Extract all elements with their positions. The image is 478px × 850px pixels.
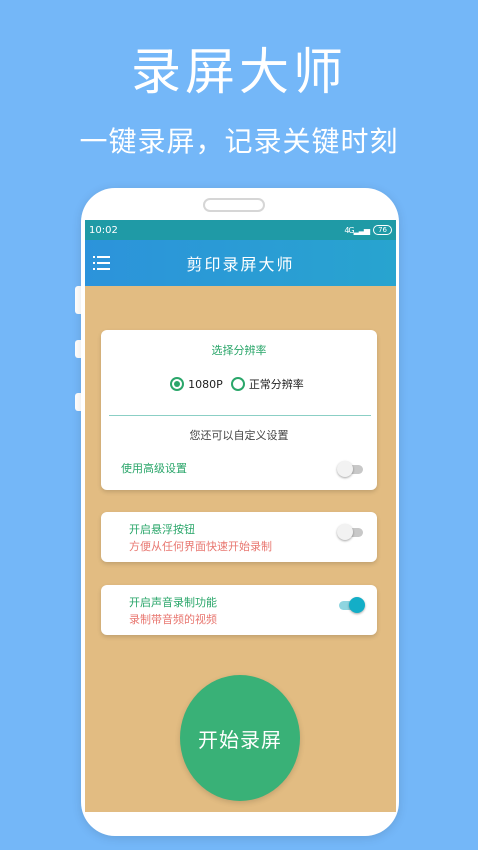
custom-settings-hint: 您还可以自定义设置 [189, 429, 289, 442]
promo-title: 录屏大师 [131, 43, 347, 101]
floating-button-card: 开启悬浮按钮 方便从任何界面快速开始录制 [101, 512, 377, 562]
floating-button-toggle[interactable] [337, 524, 365, 540]
floating-button-title: 开启悬浮按钮 [129, 523, 195, 536]
floating-button-description: 方便从任何界面快速开始录制 [129, 540, 272, 553]
radio-normal-resolution-label[interactable]: 正常分辨率 [249, 376, 304, 392]
resolution-title: 选择分辨率 [211, 344, 267, 357]
audio-recording-toggle[interactable] [337, 597, 365, 613]
app-title: 剪印录屏大师 [186, 255, 295, 274]
audio-recording-title: 开启声音录制功能 [129, 596, 217, 609]
status-icons: 4G▂▃▅ 76 [344, 225, 392, 235]
status-bar: 10:02 4G▂▃▅ 76 [85, 220, 396, 240]
app-screen: 10:02 4G▂▃▅ 76 剪印录屏大师 选择分辨率 1080P 正常分辨率 … [85, 220, 396, 812]
radio-1080p[interactable] [170, 377, 185, 391]
divider [109, 415, 371, 416]
radio-1080p-label[interactable]: 1080P [188, 378, 223, 391]
phone-speaker [203, 198, 265, 212]
audio-recording-description: 录制带音频的视频 [129, 613, 217, 626]
advanced-settings-toggle[interactable] [337, 461, 365, 477]
radio-normal-resolution[interactable] [230, 377, 245, 391]
advanced-settings-label: 使用高级设置 [121, 462, 187, 475]
signal-label: 4G [344, 225, 354, 235]
promo-subtitle: 一键录屏，记录关键时刻 [79, 125, 399, 158]
resolution-card: 选择分辨率 1080P 正常分辨率 您还可以自定义设置 使用高级设置 [101, 330, 377, 490]
signal-icon: 4G▂▃▅ [344, 225, 370, 235]
status-time: 10:02 [89, 224, 118, 236]
app-bar: 剪印录屏大师 [85, 240, 396, 286]
audio-recording-card: 开启声音录制功能 录制带音频的视频 [101, 585, 377, 635]
start-recording-button[interactable]: 开始录屏 [180, 675, 300, 801]
settings-content: 选择分辨率 1080P 正常分辨率 您还可以自定义设置 使用高级设置 开启悬浮按… [93, 294, 386, 808]
resolution-options: 1080P 正常分辨率 [101, 376, 377, 392]
battery-icon: 76 [373, 225, 392, 235]
